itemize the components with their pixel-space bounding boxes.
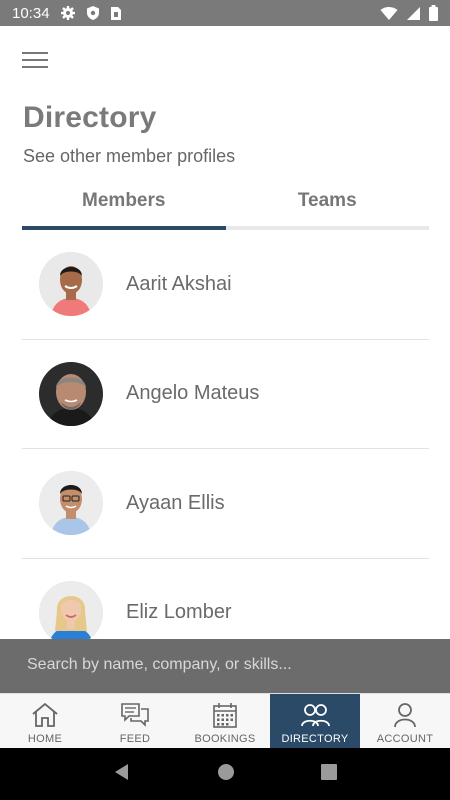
- search-bar[interactable]: Search by name, company, or skills...: [0, 639, 450, 693]
- page-title: Directory: [23, 101, 157, 134]
- member-row-aarit-akshai[interactable]: Aarit Akshai: [22, 230, 429, 340]
- member-name: Eliz Lomber: [126, 601, 232, 624]
- member-row-angelo-mateus[interactable]: Angelo Mateus: [22, 340, 429, 449]
- tab-teams[interactable]: Teams: [225, 184, 429, 230]
- nav-bookings-label: BOOKINGS: [194, 733, 256, 745]
- tab-members-label: Members: [82, 190, 166, 211]
- page-subtitle: See other member profiles: [23, 146, 236, 166]
- member-list: Aarit Akshai Angelo Mateus Ayaan Ellis E…: [22, 230, 429, 668]
- member-row-ayaan-ellis[interactable]: Ayaan Ellis: [22, 449, 429, 559]
- calendar-icon: [210, 701, 240, 729]
- directory-tabs: Members Teams: [22, 184, 429, 230]
- member-name: Angelo Mateus: [126, 382, 260, 405]
- avatar: [39, 580, 103, 645]
- hamburger-menu-icon[interactable]: [22, 48, 50, 72]
- nav-feed-label: FEED: [119, 733, 151, 745]
- bottom-nav: HOME FEED BOOKINGS DIRECTORY ACCOUNT: [0, 693, 450, 748]
- shield-icon: [86, 5, 100, 21]
- system-nav-bar: [0, 748, 450, 800]
- home-icon: [30, 701, 60, 729]
- member-name: Aarit Akshai: [126, 272, 232, 295]
- nav-account[interactable]: ACCOUNT: [360, 694, 450, 748]
- sim-card-icon: [110, 6, 122, 21]
- status-time: 10:34: [12, 4, 50, 22]
- avatar: [39, 252, 103, 317]
- recents-icon[interactable]: [321, 763, 337, 785]
- person-icon: [390, 701, 420, 729]
- cellular-signal-icon: [406, 6, 421, 21]
- nav-account-label: ACCOUNT: [376, 733, 434, 745]
- back-icon[interactable]: [113, 763, 131, 786]
- search-input[interactable]: Search by name, company, or skills...: [27, 656, 292, 674]
- gear-icon: [60, 5, 76, 21]
- member-name: Ayaan Ellis: [126, 491, 225, 514]
- nav-directory[interactable]: DIRECTORY: [270, 694, 360, 748]
- people-icon: [300, 701, 330, 729]
- tab-members[interactable]: Members: [22, 184, 226, 230]
- avatar: [39, 361, 103, 426]
- tab-teams-label: Teams: [297, 190, 357, 211]
- battery-icon: [429, 5, 438, 21]
- nav-home[interactable]: HOME: [0, 694, 90, 748]
- status-bar: 10:34: [0, 0, 450, 26]
- nav-feed[interactable]: FEED: [90, 694, 180, 748]
- nav-bookings[interactable]: BOOKINGS: [180, 694, 270, 748]
- nav-directory-label: DIRECTORY: [281, 733, 349, 745]
- wifi-icon: [380, 6, 398, 21]
- chat-bubbles-icon: [120, 701, 150, 729]
- home-circle-icon[interactable]: [217, 763, 235, 786]
- avatar: [39, 471, 103, 536]
- nav-home-label: HOME: [27, 733, 63, 745]
